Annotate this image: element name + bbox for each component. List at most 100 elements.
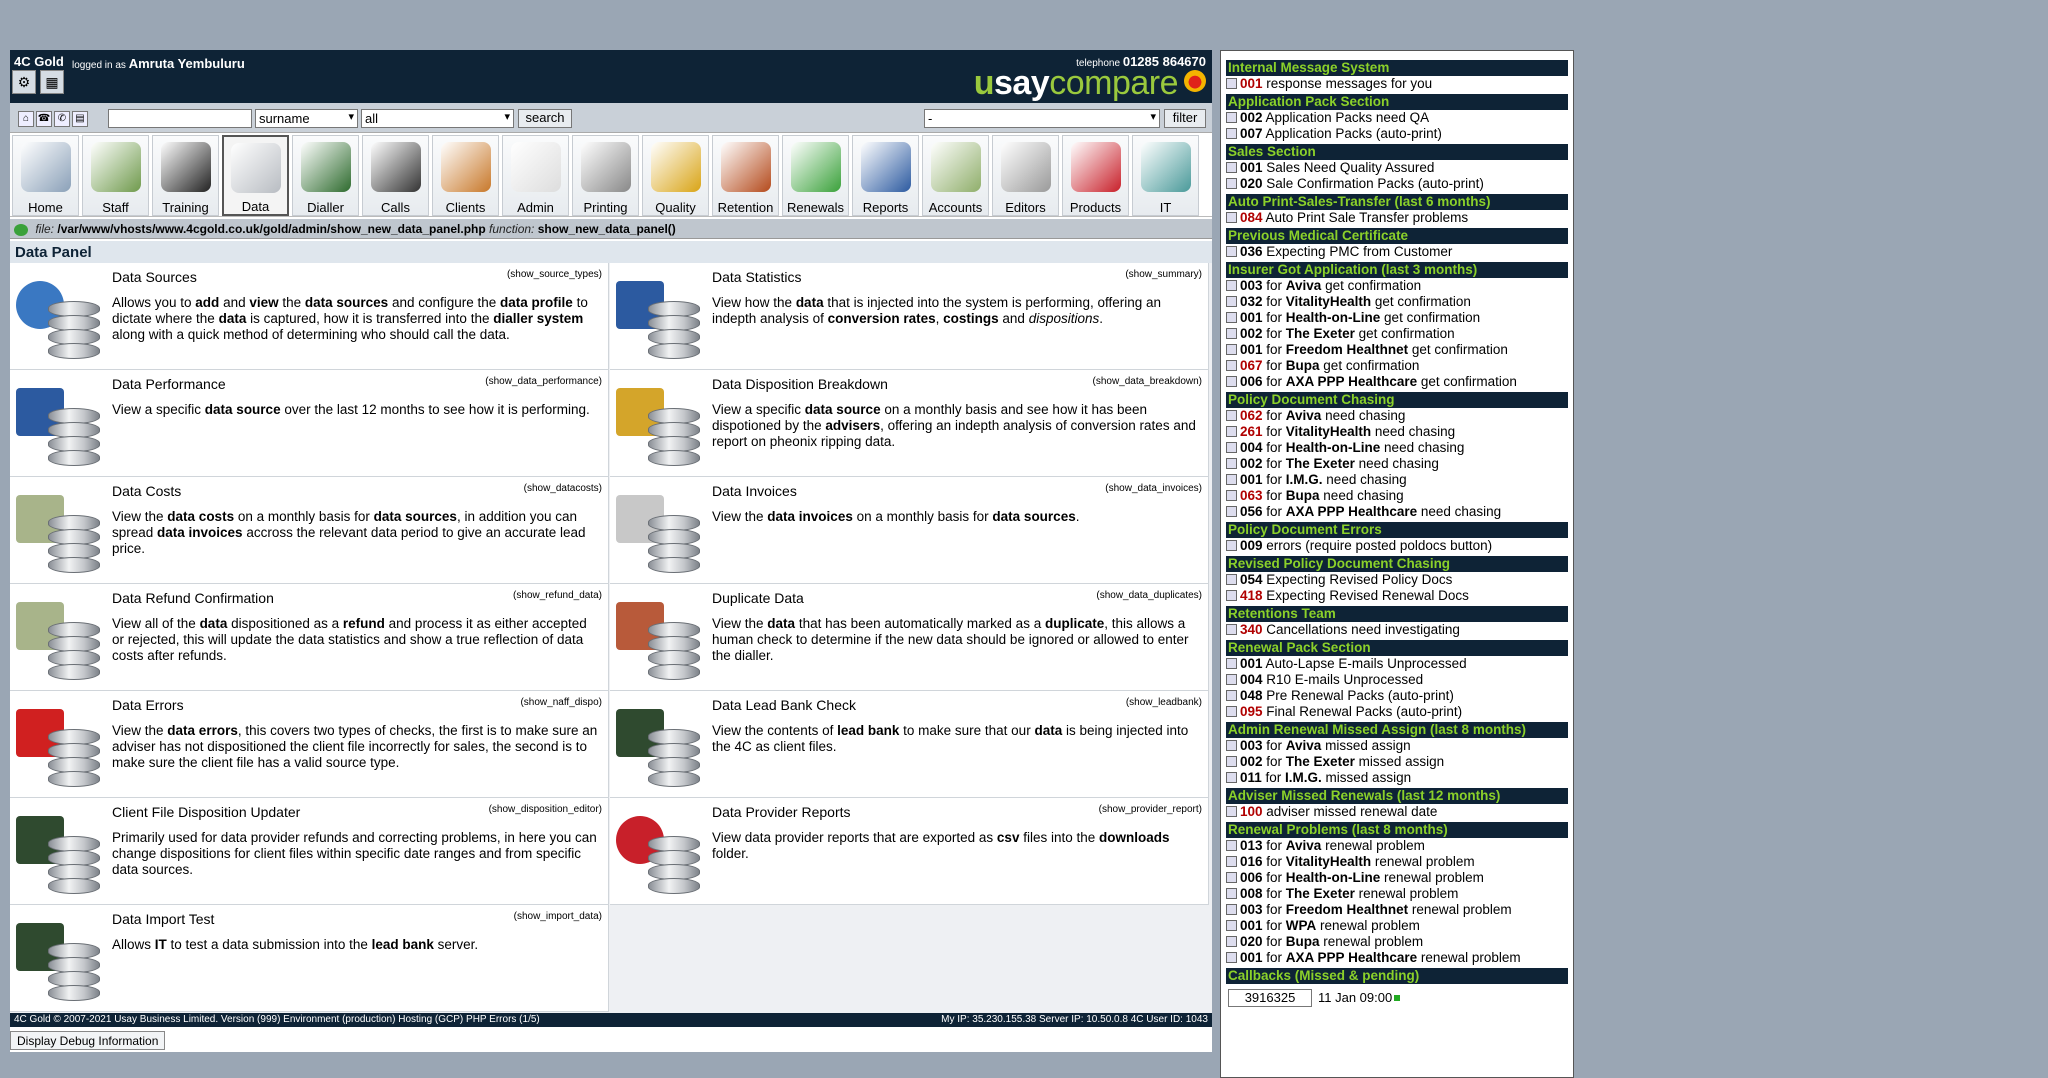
data-card[interactable]: Data Invoices (show_data_invoices) View th… [610, 477, 1209, 584]
sidebar-item[interactable]: 032 for VitalityHealth get confirmation [1226, 294, 1568, 310]
data-card[interactable]: Duplicate Data (show_data_duplicates) View… [610, 584, 1209, 691]
sidebar-item[interactable]: 001 for I.M.G. need chasing [1226, 472, 1568, 488]
nav-dialler[interactable]: Dialler [292, 135, 359, 216]
sidebar-item[interactable]: 007 Application Packs (auto-print) [1226, 126, 1568, 142]
sidebar-item[interactable]: 003 for Aviva missed assign [1226, 738, 1568, 754]
sidebar-item[interactable]: 095 Final Renewal Packs (auto-print) [1226, 704, 1568, 720]
sidebar-item[interactable]: 003 for Aviva get confirmation [1226, 278, 1568, 294]
document-small-icon[interactable]: ▤ [72, 111, 88, 127]
sidebar-item[interactable]: 011 for I.M.G. missed assign [1226, 770, 1568, 786]
sidebar-item[interactable]: 006 for Health-on-Line renewal problem [1226, 870, 1568, 886]
sidebar-item[interactable]: 020 Sale Confirmation Packs (auto-print) [1226, 176, 1568, 192]
sidebar-item[interactable]: 006 for AXA PPP Healthcare get confirmat… [1226, 374, 1568, 390]
sidebar-item[interactable]: 062 for Aviva need chasing [1226, 408, 1568, 424]
data-card[interactable]: Data Statistics (show_summary) View how th… [610, 263, 1209, 370]
scope-select[interactable]: all [361, 109, 514, 128]
data-card[interactable]: Data Provider Reports (show_provider_repo… [610, 798, 1209, 905]
nav-home[interactable]: Home [12, 135, 79, 216]
data-card[interactable]: Client File Disposition Updater (show_dis… [10, 798, 609, 905]
callback-row[interactable]: 3916325 11 Jan 09:00 [1226, 988, 1568, 1008]
nav-quality[interactable]: Quality [642, 135, 709, 216]
data-card[interactable]: Data Lead Bank Check (show_leadbank) View … [610, 691, 1209, 798]
sidebar-item[interactable]: 001 Sales Need Quality Assured [1226, 160, 1568, 176]
sidebar-item[interactable]: 016 for VitalityHealth renewal problem [1226, 854, 1568, 870]
nav-editors[interactable]: Editors [992, 135, 1059, 216]
data-card[interactable]: Data Errors (show_naff_dispo) View the dat… [10, 691, 609, 798]
sidebar-item[interactable]: 002 for The Exeter missed assign [1226, 754, 1568, 770]
sidebar-item[interactable]: 340 Cancellations need investigating [1226, 622, 1568, 638]
data-card[interactable]: Data Performance (show_data_performance) V… [10, 370, 609, 477]
nav-admin[interactable]: Admin [502, 135, 569, 216]
card-title[interactable]: Data Import Test [112, 911, 214, 927]
sidebar-item[interactable]: 100 adviser missed renewal date [1226, 804, 1568, 820]
nav-reports[interactable]: Reports [852, 135, 919, 216]
nav-accounts[interactable]: Accounts [922, 135, 989, 216]
nav-calls[interactable]: Calls [362, 135, 429, 216]
card-title[interactable]: Data Invoices [712, 483, 797, 499]
nav-it[interactable]: IT [1132, 135, 1199, 216]
callback-id[interactable]: 3916325 [1228, 989, 1312, 1007]
data-card[interactable]: Data Disposition Breakdown (show_data_bre… [610, 370, 1209, 477]
sidebar-item[interactable]: 001 for WPA renewal problem [1226, 918, 1568, 934]
card-title[interactable]: Data Performance [112, 376, 226, 392]
sidebar-item[interactable]: 001 for Health-on-Line get confirmation [1226, 310, 1568, 326]
nav-products[interactable]: Products [1062, 135, 1129, 216]
card-title[interactable]: Data Errors [112, 697, 184, 713]
status-icon [1226, 920, 1237, 931]
org-chart-icon[interactable]: ⚙ [12, 70, 36, 94]
card-title[interactable]: Client File Disposition Updater [112, 804, 300, 820]
home-small-icon[interactable]: ⌂ [18, 111, 34, 127]
card-title[interactable]: Data Lead Bank Check [712, 697, 856, 713]
nav-data[interactable]: Data [222, 135, 289, 216]
debug-button[interactable]: Display Debug Information [10, 1031, 166, 1050]
sidebar-item[interactable]: 002 for The Exeter need chasing [1226, 456, 1568, 472]
filter-select[interactable]: - [924, 109, 1160, 128]
card-title[interactable]: Data Disposition Breakdown [712, 376, 888, 392]
card-title[interactable]: Duplicate Data [712, 590, 804, 606]
search-input[interactable] [108, 109, 252, 128]
phone-small-icon[interactable]: ☎ [36, 111, 52, 127]
card-title[interactable]: Data Costs [112, 483, 181, 499]
sidebar-item[interactable]: 008 for The Exeter renewal problem [1226, 886, 1568, 902]
nav-clients[interactable]: Clients [432, 135, 499, 216]
sidebar-item[interactable]: 004 R10 E-mails Unprocessed [1226, 672, 1568, 688]
nav-renewals[interactable]: Renewals [782, 135, 849, 216]
sidebar-item[interactable]: 020 for Bupa renewal problem [1226, 934, 1568, 950]
sidebar-item[interactable]: 056 for AXA PPP Healthcare need chasing [1226, 504, 1568, 520]
sidebar-item[interactable]: 084 Auto Print Sale Transfer problems [1226, 210, 1568, 226]
sidebar-item[interactable]: 001 response messages for you [1226, 76, 1568, 92]
sidebar-item[interactable]: 001 for AXA PPP Healthcare renewal probl… [1226, 950, 1568, 966]
sidebar-item[interactable]: 036 Expecting PMC from Customer [1226, 244, 1568, 260]
search-button[interactable]: search [518, 109, 572, 128]
filter-button[interactable]: filter [1164, 109, 1206, 128]
sidebar-item[interactable]: 048 Pre Renewal Packs (auto-print) [1226, 688, 1568, 704]
sidebar-item[interactable]: 054 Expecting Revised Policy Docs [1226, 572, 1568, 588]
data-card[interactable]: Data Refund Confirmation (show_refund_dat… [10, 584, 609, 691]
field-select[interactable]: surname [255, 109, 358, 128]
sidebar-item[interactable]: 001 Auto-Lapse E-mails Unprocessed [1226, 656, 1568, 672]
nav-printing[interactable]: Printing [572, 135, 639, 216]
sidebar-item[interactable]: 067 for Bupa get confirmation [1226, 358, 1568, 374]
data-card[interactable]: Data Costs (show_datacosts) View the data … [10, 477, 609, 584]
sidebar-item[interactable]: 003 for Freedom Healthnet renewal proble… [1226, 902, 1568, 918]
sidebar-item[interactable]: 261 for VitalityHealth need chasing [1226, 424, 1568, 440]
sidebar-item[interactable]: 002 Application Packs need QA [1226, 110, 1568, 126]
card-title[interactable]: Data Provider Reports [712, 804, 851, 820]
data-card[interactable]: Data Import Test (show_import_data) Allows… [10, 905, 609, 1012]
calendar-icon[interactable]: ▦ [40, 70, 64, 94]
card-title[interactable]: Data Statistics [712, 269, 801, 285]
sidebar-item[interactable]: 004 for Health-on-Line need chasing [1226, 440, 1568, 456]
sidebar-item[interactable]: 001 for Freedom Healthnet get confirmati… [1226, 342, 1568, 358]
nav-staff[interactable]: Staff [82, 135, 149, 216]
card-title[interactable]: Data Refund Confirmation [112, 590, 274, 606]
nav-retention[interactable]: Retention [712, 135, 779, 216]
data-card[interactable]: Data Sources (show_source_types) Allows yo… [10, 263, 609, 370]
card-title[interactable]: Data Sources [112, 269, 197, 285]
nav-training[interactable]: Training [152, 135, 219, 216]
sidebar-item[interactable]: 002 for The Exeter get confirmation [1226, 326, 1568, 342]
sidebar-item[interactable]: 013 for Aviva renewal problem [1226, 838, 1568, 854]
sidebar-item[interactable]: 009 errors (require posted poldocs butto… [1226, 538, 1568, 554]
phone-green-small-icon[interactable]: ✆ [54, 111, 70, 127]
sidebar-item[interactable]: 418 Expecting Revised Renewal Docs [1226, 588, 1568, 604]
sidebar-item[interactable]: 063 for Bupa need chasing [1226, 488, 1568, 504]
